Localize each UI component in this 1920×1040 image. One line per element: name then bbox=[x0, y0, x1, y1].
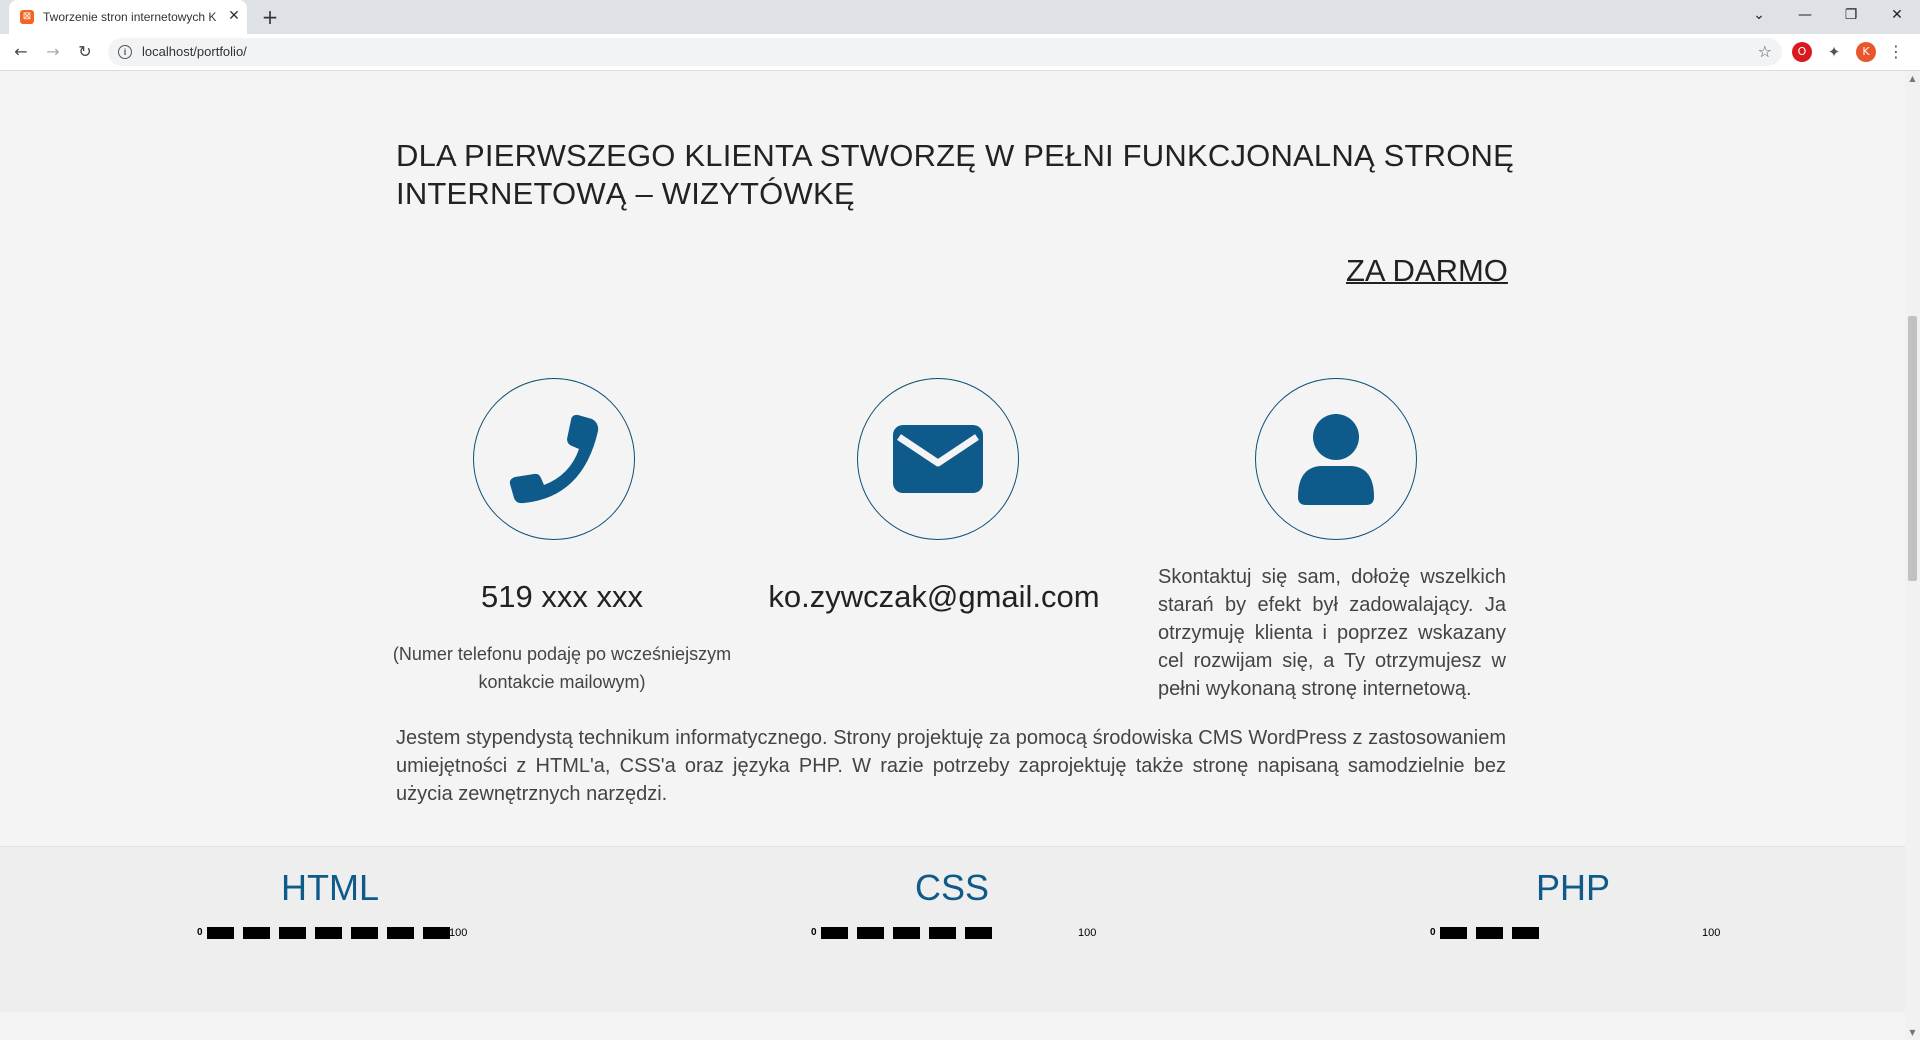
phone-icon bbox=[509, 414, 599, 504]
skill-css: CSS 0 100 bbox=[752, 847, 1152, 967]
browser-tab[interactable]: ⊠ Tworzenie stron internetowych K ✕ bbox=[9, 0, 247, 34]
phone-circle bbox=[473, 378, 635, 540]
skill-title: HTML bbox=[281, 867, 379, 908]
skill-bar-segment bbox=[965, 927, 992, 939]
bookmark-star-icon[interactable]: ☆ bbox=[1758, 42, 1772, 61]
about-text: Jestem stypendystą technikum informatycz… bbox=[396, 727, 1506, 805]
skill-min-label: 0 bbox=[1430, 927, 1436, 938]
restore-button[interactable]: ❐ bbox=[1828, 0, 1874, 30]
back-button[interactable]: ← bbox=[9, 40, 33, 64]
skill-bar-segment bbox=[315, 927, 342, 939]
url-text: localhost/portfolio/ bbox=[142, 44, 247, 59]
skills-section: HTML 0 100 CSS 0 100 PHP 0 100 bbox=[0, 846, 1905, 1012]
skill-php: PHP 0 100 bbox=[1373, 847, 1773, 967]
skill-bar-segment bbox=[1476, 927, 1503, 939]
email-address[interactable]: ko.zywczak@gmail.com bbox=[734, 579, 1134, 615]
skill-max-label: 100 bbox=[449, 927, 468, 939]
minimize-button[interactable]: — bbox=[1782, 0, 1828, 30]
tab-search-button[interactable]: ⌄ bbox=[1736, 0, 1782, 30]
skill-bar-segment bbox=[1512, 927, 1539, 939]
phone-number: 519 xxx xxx bbox=[481, 579, 643, 614]
user-circle bbox=[1255, 378, 1417, 540]
new-tab-button[interactable]: + bbox=[259, 6, 281, 28]
skill-title: CSS bbox=[914, 867, 990, 908]
skill-bar-segment bbox=[821, 927, 848, 939]
skill-bar: 0 100 bbox=[811, 924, 1096, 942]
skill-bar-segment bbox=[387, 927, 414, 939]
skill-bar-segment bbox=[351, 927, 378, 939]
page-scrollbar[interactable]: ▲ ▼ bbox=[1905, 71, 1920, 1040]
scrollbar-thumb[interactable] bbox=[1908, 316, 1917, 581]
za-darmo-highlight: ZA DARMO bbox=[1346, 253, 1508, 288]
skill-bar-segment bbox=[893, 927, 920, 939]
skill-max-label: 100 bbox=[1702, 927, 1721, 939]
email-circle bbox=[857, 378, 1019, 540]
reload-button[interactable]: ↻ bbox=[73, 40, 97, 64]
forward-button[interactable]: → bbox=[41, 40, 65, 64]
skill-min-label: 0 bbox=[197, 927, 203, 938]
xampp-favicon-icon: ⊠ bbox=[20, 10, 34, 24]
page-content: DLA PIERWSZEGO KLIENTA STWORZĘ W PEŁNI F… bbox=[0, 71, 1905, 1040]
skill-bar-segment bbox=[1440, 927, 1467, 939]
skill-bar-segment bbox=[857, 927, 884, 939]
contact-description: Skontaktuj się sam, dołożę wszelkich sta… bbox=[1158, 566, 1506, 700]
skill-title: PHP bbox=[1535, 867, 1611, 908]
tab-close-icon[interactable]: ✕ bbox=[225, 7, 243, 25]
skill-bar: 0 100 bbox=[197, 924, 467, 942]
skill-bar-segment bbox=[279, 927, 306, 939]
envelope-icon bbox=[893, 425, 983, 493]
profile-avatar[interactable]: K bbox=[1856, 42, 1876, 62]
scroll-down-arrow-icon[interactable]: ▼ bbox=[1905, 1025, 1920, 1040]
menu-kebab-icon[interactable]: ⋮ bbox=[1886, 42, 1906, 62]
skill-bar-segment bbox=[243, 927, 270, 939]
user-icon bbox=[1298, 414, 1374, 505]
skill-bar-segment bbox=[207, 927, 234, 939]
tab-title: Tworzenie stron internetowych K bbox=[43, 10, 217, 24]
site-info-icon[interactable]: i bbox=[118, 45, 132, 59]
tab-strip: ⊠ Tworzenie stron internetowych K ✕ + ⌄ … bbox=[0, 0, 1920, 34]
skill-min-label: 0 bbox=[811, 927, 817, 938]
skill-bar-segment bbox=[929, 927, 956, 939]
browser-toolbar: ← → ↻ i localhost/portfolio/ ☆ O ✦ K ⋮ bbox=[0, 34, 1920, 71]
page-headline: DLA PIERWSZEGO KLIENTA STWORZĘ W PEŁNI F… bbox=[396, 138, 1515, 211]
opera-extension-icon[interactable]: O bbox=[1792, 42, 1812, 62]
skill-bar: 0 100 bbox=[1430, 924, 1720, 942]
skill-max-label: 100 bbox=[1078, 927, 1097, 939]
close-window-button[interactable]: ✕ bbox=[1874, 0, 1920, 30]
phone-note: (Numer telefonu podaję po wcześniejszym … bbox=[392, 644, 732, 692]
address-bar[interactable]: i localhost/portfolio/ ☆ bbox=[108, 38, 1782, 66]
extensions-puzzle-icon[interactable]: ✦ bbox=[1824, 42, 1844, 62]
skill-bar-segment bbox=[423, 927, 450, 939]
scroll-up-arrow-icon[interactable]: ▲ bbox=[1905, 71, 1920, 86]
skill-html: HTML 0 100 bbox=[130, 847, 530, 967]
